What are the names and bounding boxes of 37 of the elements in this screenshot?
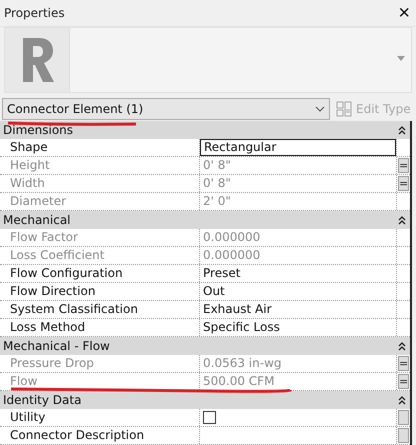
panel-title: Properties bbox=[4, 6, 65, 20]
property-label: Connector Description bbox=[0, 427, 200, 444]
associate-parameter-button[interactable]: = bbox=[398, 158, 409, 173]
type-properties-icon bbox=[336, 100, 352, 117]
property-label: System Classification bbox=[0, 301, 200, 318]
property-label: Utility bbox=[0, 409, 200, 426]
property-value[interactable]: Preset bbox=[200, 265, 396, 282]
property-label: Loss Coefficient bbox=[0, 247, 200, 264]
associate-parameter-button[interactable]: = bbox=[398, 176, 409, 191]
collapse-icon[interactable] bbox=[398, 126, 406, 134]
section-header[interactable]: Mechanical bbox=[0, 211, 410, 229]
property-label: Flow bbox=[0, 373, 200, 390]
property-label: Flow Direction bbox=[0, 283, 200, 300]
property-label: Flow Configuration bbox=[0, 265, 200, 282]
collapse-icon[interactable] bbox=[398, 216, 406, 224]
section-header[interactable]: Identity Data bbox=[0, 391, 410, 409]
collapse-icon[interactable] bbox=[398, 342, 406, 350]
property-value[interactable]: Exhaust Air bbox=[200, 301, 396, 318]
property-value[interactable]: Specific Loss bbox=[200, 319, 396, 336]
property-label: Height bbox=[0, 157, 200, 174]
checkbox[interactable] bbox=[203, 411, 216, 424]
property-label: Diameter bbox=[0, 193, 200, 210]
property-label: Pressure Drop bbox=[0, 355, 200, 372]
property-label: Flow Factor bbox=[0, 229, 200, 246]
section-header[interactable]: Mechanical - Flow bbox=[0, 337, 410, 355]
section-header[interactable]: Dimensions bbox=[0, 121, 410, 139]
caret-icon bbox=[315, 106, 325, 112]
dropdown-caret-icon[interactable] bbox=[397, 56, 405, 62]
collapse-icon[interactable] bbox=[398, 396, 406, 404]
property-label: Width bbox=[0, 175, 200, 192]
associate-parameter-button[interactable]: = bbox=[398, 356, 409, 371]
property-value[interactable]: Out bbox=[200, 283, 396, 300]
property-label: Loss Method bbox=[0, 319, 200, 336]
property-value[interactable]: Rectangular bbox=[200, 139, 396, 156]
close-button[interactable]: × bbox=[398, 3, 410, 24]
associate-parameter-button[interactable]: = bbox=[398, 374, 409, 389]
property-label: Shape bbox=[0, 139, 200, 156]
